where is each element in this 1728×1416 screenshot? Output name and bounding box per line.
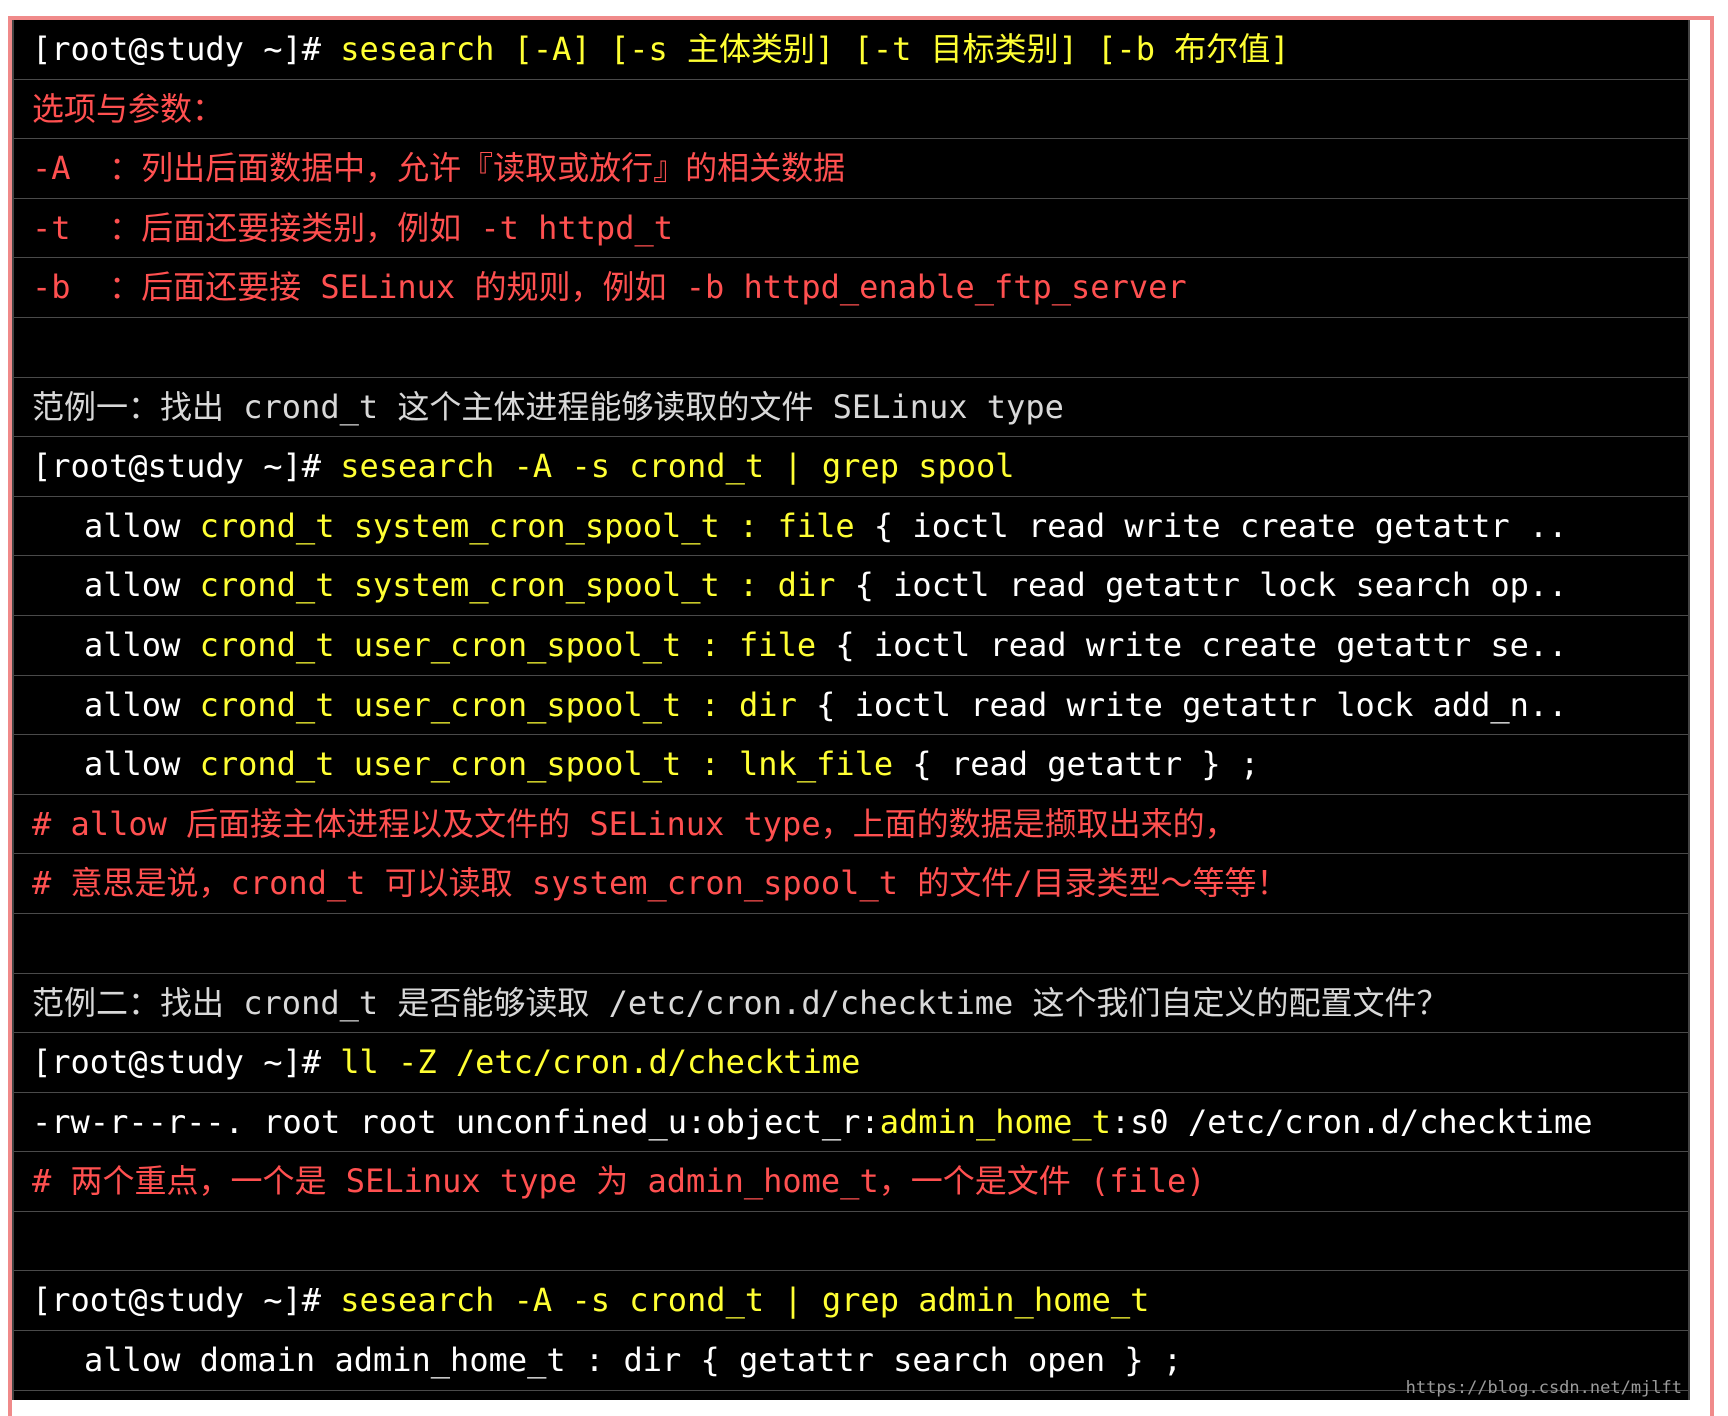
output-types: crond_t system_cron_spool_t : dir — [199, 566, 855, 605]
command-text: sesearch [-A] [-s 主体类别] [-t 目标类别] [-b 布尔… — [340, 30, 1290, 68]
output-keyword: allow — [84, 566, 200, 605]
command-line: [root@study ~]# sesearch -A -s crond_t |… — [14, 1271, 1688, 1332]
comment-line: # 意思是说，crond_t 可以读取 system_cron_spool_t … — [14, 854, 1688, 914]
command-line: [root@study ~]# ll -Z /etc/cron.d/checkt… — [14, 1033, 1688, 1093]
command-text: ll -Z /etc/cron.d/checktime — [340, 1043, 861, 1082]
output-perms: { read getattr } ; — [912, 745, 1260, 784]
blank-line — [14, 1212, 1688, 1272]
command-line: [root@study ~]# sesearch [-A] [-s 主体类别] … — [14, 20, 1688, 80]
terminal-output: [root@study ~]# sesearch [-A] [-s 主体类别] … — [12, 20, 1690, 1400]
comment-line: # allow 后面接主体进程以及文件的 SELinux type，上面的数据是… — [14, 795, 1688, 855]
output-types: crond_t user_cron_spool_t : file — [199, 625, 836, 664]
output-line: allow crond_t user_cron_spool_t : dir { … — [14, 676, 1688, 736]
shell-prompt: [root@study ~]# — [32, 1281, 341, 1320]
output-keyword: allow — [84, 685, 200, 724]
output-keyword: allow — [84, 506, 200, 545]
output-perms: { ioctl read write getattr lock add_n.. — [816, 685, 1568, 724]
watermark: https://blog.csdn.net/mjlft — [1405, 1378, 1682, 1398]
example-two-heading: 范例二：找出 crond_t 是否能够读取 /etc/cron.d/checkt… — [14, 974, 1688, 1034]
command-text: sesearch -A -s crond_t | grep spool — [340, 447, 1015, 486]
example-one-heading: 范例一：找出 crond_t 这个主体进程能够读取的文件 SELinux typ… — [14, 378, 1688, 438]
command-text: sesearch -A -s crond_t | grep admin_home… — [340, 1281, 1150, 1320]
output-line: allow crond_t system_cron_spool_t : dir … — [14, 556, 1688, 616]
shell-prompt: [root@study ~]# — [32, 1043, 341, 1082]
command-line: [root@study ~]# sesearch -A -s crond_t |… — [14, 437, 1688, 497]
output-line: allow crond_t user_cron_spool_t : lnk_fi… — [14, 735, 1688, 795]
output-types: crond_t user_cron_spool_t : dir — [199, 685, 817, 724]
output-types: crond_t user_cron_spool_t : lnk_file — [199, 745, 913, 784]
output-keyword: allow — [84, 745, 200, 784]
output-line: allow crond_t user_cron_spool_t : file {… — [14, 616, 1688, 676]
output-line: allow crond_t system_cron_spool_t : file… — [14, 497, 1688, 557]
blank-line — [14, 318, 1688, 378]
blank-line — [14, 914, 1688, 974]
option-t-desc: -t ：后面还要接类别，例如 -t httpd_t — [14, 199, 1688, 259]
comment-line: # 两个重点，一个是 SELinux type 为 admin_home_t，一… — [14, 1152, 1688, 1212]
output-types: crond_t system_cron_spool_t : file — [199, 506, 874, 545]
shell-prompt: [root@study ~]# — [32, 30, 341, 68]
output-line: -rw-r--r--. root root unconfined_u:objec… — [14, 1093, 1688, 1153]
shell-prompt: [root@study ~]# — [32, 447, 341, 486]
options-heading: 选项与参数： — [14, 80, 1688, 140]
output-perms: { ioctl read write create getattr se.. — [835, 625, 1568, 664]
output-perms: { ioctl read write create getattr .. — [873, 506, 1568, 545]
output-keyword: allow — [84, 625, 200, 664]
file-perms: -rw-r--r--. root root unconfined_u:objec… — [32, 1102, 880, 1141]
option-b-desc: -b ：后面还要接 SELinux 的规则，例如 -b httpd_enable… — [14, 258, 1688, 318]
selinux-type: admin_home_t — [879, 1102, 1111, 1141]
option-a-desc: -A ：列出后面数据中，允许『读取或放行』的相关数据 — [14, 139, 1688, 199]
file-path: :s0 /etc/cron.d/checktime — [1110, 1102, 1593, 1141]
output-perms: { ioctl read getattr lock search op.. — [854, 566, 1568, 605]
